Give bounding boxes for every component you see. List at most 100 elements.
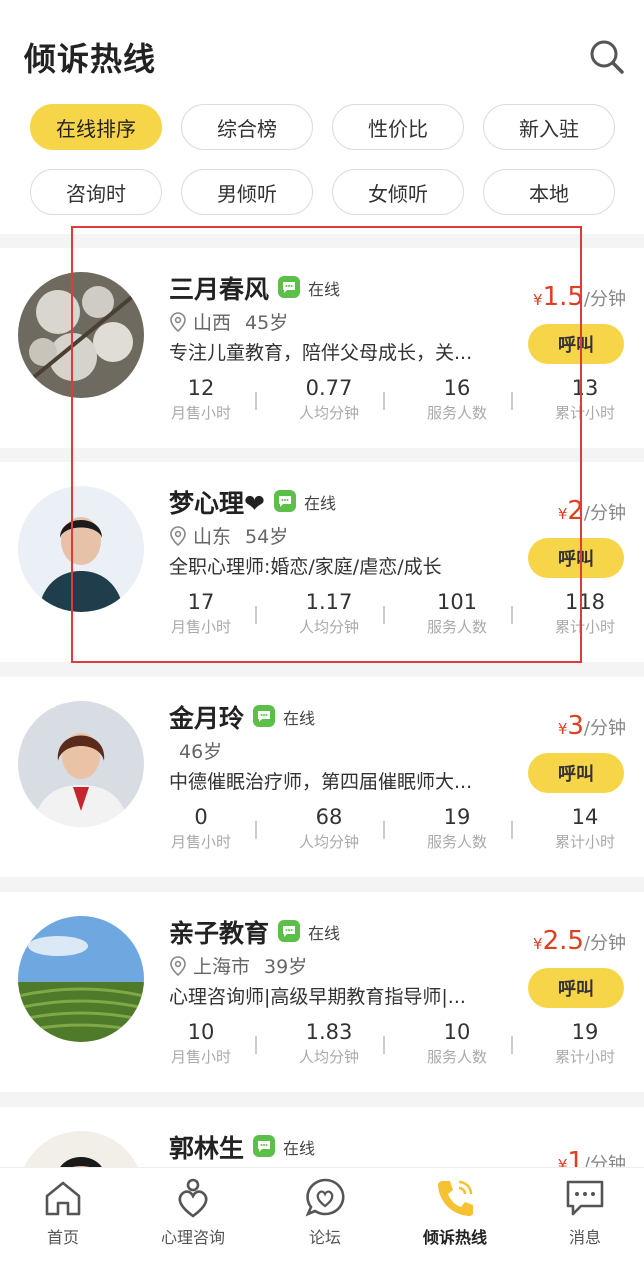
price: ¥1.5/分钟 — [533, 282, 626, 312]
location-pin-icon — [170, 955, 186, 976]
tab-label: 首页 — [46, 1228, 79, 1247]
call-button[interactable]: 呼叫 — [528, 753, 624, 793]
stat-label: 月售小时 — [170, 404, 231, 422]
home-icon — [45, 1181, 81, 1216]
bio: 全职心理师:婚恋/家庭/虐恋/成长 — [169, 556, 442, 578]
location-age: 上海市 39岁 — [169, 952, 307, 979]
tab-counseling[interactable]: 心理咨询 — [138, 1176, 248, 1248]
age: 54岁 — [245, 526, 289, 548]
filter-chip-new[interactable]: 新入驻 — [483, 104, 615, 150]
stat-value: 16 — [443, 376, 471, 400]
listener-name: 梦心理❤ — [169, 489, 265, 518]
province: 山西 — [193, 312, 232, 334]
stat-label: 人均分钟 — [298, 404, 359, 422]
listener-name: 金月玲 — [169, 704, 245, 733]
tab-home[interactable]: 首页 — [8, 1176, 118, 1248]
province: 山东 — [193, 526, 232, 548]
stats-row: 12 月售小时 0.77 人均分钟 16 服务人数 13 累计小时 — [137, 376, 644, 426]
stat-value: 17 — [187, 590, 215, 614]
tab-label: 倾诉热线 — [422, 1228, 487, 1247]
call-button[interactable]: 呼叫 — [528, 538, 624, 578]
stat-label: 人均分钟 — [298, 618, 359, 636]
province: 上海市 — [193, 956, 251, 978]
price: ¥3/分钟 — [557, 711, 626, 741]
page-title: 倾诉热线 — [24, 40, 157, 78]
tab-label: 消息 — [568, 1228, 601, 1247]
price: ¥2/分钟 — [557, 496, 626, 526]
location-pin-icon — [170, 525, 186, 546]
stat-label: 服务人数 — [426, 618, 487, 636]
tab-label: 论坛 — [308, 1228, 341, 1247]
online-status: 在线 — [283, 709, 316, 728]
stat-value: 0.77 — [305, 376, 353, 400]
listener-card[interactable]: 郭林生 在线 ¥1/分钟 — [0, 1107, 644, 1167]
stat-label: 服务人数 — [426, 404, 487, 422]
tab-messages[interactable]: 消息 — [530, 1176, 640, 1248]
stat-label: 人均分钟 — [298, 833, 359, 851]
online-status: 在线 — [283, 1139, 316, 1158]
stats-row: 10 月售小时 1.83 人均分钟 10 服务人数 19 累计小时 — [137, 1020, 644, 1070]
listener-name: 三月春风 — [169, 275, 270, 304]
online-status: 在线 — [308, 280, 341, 299]
tab-hotline[interactable]: 倾诉热线 — [400, 1176, 510, 1248]
listener-card[interactable]: 梦心理❤ 在线 山东 54岁 全职心理师:婚恋/家庭/虐恋/成长 ¥2/分钟 呼… — [0, 462, 644, 662]
listener-card[interactable]: 金月玲 在线 46岁 中德催眠治疗师，第四届催眠师大... ¥3/分钟 呼叫 0… — [0, 677, 644, 877]
stat-label: 服务人数 — [426, 833, 487, 851]
listener-name: 郭林生 — [169, 1134, 245, 1163]
tab-label: 心理咨询 — [160, 1228, 225, 1247]
call-button[interactable]: 呼叫 — [528, 968, 624, 1008]
location-age: 山西 45岁 — [169, 308, 288, 335]
stat-value: 10 — [187, 1020, 215, 1044]
stat-label: 累计小时 — [554, 404, 615, 422]
filter-chip-online-sort[interactable]: 在线排序 — [30, 104, 162, 150]
online-chat-icon — [253, 705, 276, 727]
search-icon[interactable] — [588, 38, 626, 76]
call-button[interactable]: 呼叫 — [528, 324, 624, 364]
message-icon — [566, 1180, 604, 1216]
filter-chip-value[interactable]: 性价比 — [332, 104, 464, 150]
bio: 中德催眠治疗师，第四届催眠师大... — [169, 771, 473, 793]
avatar — [18, 916, 144, 1042]
tab-forum[interactable]: 论坛 — [270, 1176, 380, 1248]
price: ¥2.5/分钟 — [533, 926, 626, 956]
online-chat-icon — [253, 1135, 276, 1157]
online-status: 在线 — [308, 924, 341, 943]
stat-value: 10 — [443, 1020, 471, 1044]
avatar — [18, 486, 144, 612]
avatar — [18, 701, 144, 827]
online-chat-icon — [278, 276, 301, 298]
stat-label: 月售小时 — [170, 618, 231, 636]
stat-value: 12 — [187, 376, 215, 400]
stat-value: 101 — [436, 590, 478, 614]
filter-chip-overall[interactable]: 综合榜 — [181, 104, 313, 150]
location-age: 山东 54岁 — [169, 522, 288, 549]
stat-label: 累计小时 — [554, 618, 615, 636]
stat-value: 1.83 — [305, 1020, 353, 1044]
age: 45岁 — [245, 312, 289, 334]
bottom-tab-bar: 首页 心理咨询 论坛 倾诉热线 消息 — [0, 1167, 644, 1261]
online-status: 在线 — [303, 494, 336, 513]
stat-label: 累计小时 — [554, 833, 615, 851]
stats-row: 0 月售小时 68 人均分钟 19 服务人数 14 累计小时 — [137, 805, 644, 855]
stat-value: 13 — [571, 376, 599, 400]
listener-card[interactable]: 亲子教育 在线 上海市 39岁 心理咨询师|高级早期教育指导师|... ¥2.5… — [0, 892, 644, 1092]
stat-value: 19 — [571, 1020, 599, 1044]
filter-chip-local[interactable]: 本地 — [483, 169, 615, 215]
stat-label: 月售小时 — [170, 1048, 231, 1066]
listener-card[interactable]: 三月春风 在线 山西 45岁 专注儿童教育，陪伴父母成长，关... ¥1.5/分… — [0, 248, 644, 448]
header: 倾诉热线 在线排序 综合榜 性价比 新入驻 咨询时 男倾听 女倾听 本地 — [0, 0, 644, 234]
avatar — [18, 272, 144, 398]
avatar — [18, 1131, 144, 1167]
age: 39岁 — [264, 956, 308, 978]
filter-chip-male[interactable]: 男倾听 — [181, 169, 313, 215]
filter-chip-consult-time[interactable]: 咨询时 — [30, 169, 162, 215]
stat-value: 118 — [564, 590, 606, 614]
chat-heart-icon — [305, 1178, 345, 1217]
stat-value: 68 — [315, 805, 343, 829]
stat-label: 人均分钟 — [298, 1048, 359, 1066]
bio: 专注儿童教育，陪伴父母成长，关... — [169, 342, 473, 364]
stat-value: 0 — [194, 805, 208, 829]
bio: 心理咨询师|高级早期教育指导师|... — [169, 986, 466, 1008]
stats-row: 17 月售小时 1.17 人均分钟 101 服务人数 118 累计小时 — [137, 590, 644, 640]
filter-chip-female[interactable]: 女倾听 — [332, 169, 464, 215]
